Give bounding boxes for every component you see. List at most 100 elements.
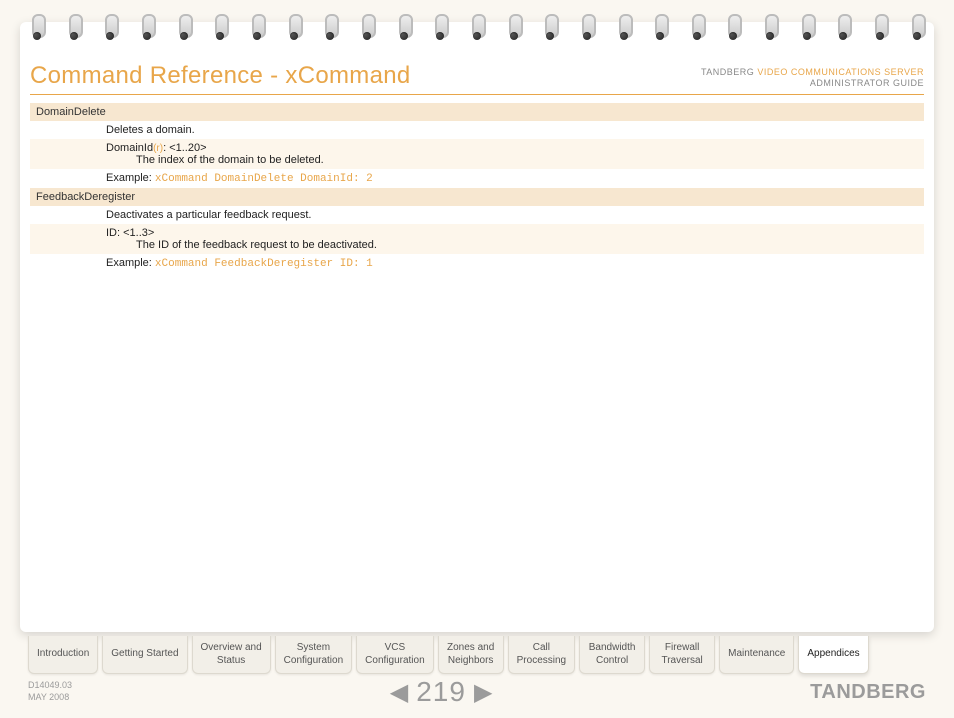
spiral-ring (507, 14, 521, 38)
spiral-ring (726, 14, 740, 38)
tab-label-line2: Configuration (284, 655, 343, 668)
spiral-ring (177, 14, 191, 38)
spiral-ring (836, 14, 850, 38)
command-desc: Deletes a domain. (100, 121, 924, 139)
spiral-ring (543, 14, 557, 38)
tab-label-line1: Firewall (658, 642, 706, 655)
footer-brand: TANDBERG (810, 681, 926, 704)
nav-tab[interactable]: SystemConfiguration (275, 636, 352, 674)
spiral-ring (690, 14, 704, 38)
tab-label-line2: Configuration (365, 655, 424, 668)
spiral-ring (140, 14, 154, 38)
spiral-ring (287, 14, 301, 38)
doc-meta: D14049.03 MAY 2008 (28, 680, 72, 703)
nav-tab[interactable]: Introduction (28, 636, 98, 674)
spiral-ring (433, 14, 447, 38)
tab-label-line1: Call (517, 642, 566, 655)
param-label: DomainId (106, 142, 153, 154)
command-name: DomainDelete (30, 103, 924, 121)
nav-tab[interactable]: Overview andStatus (192, 636, 271, 674)
spiral-ring (580, 14, 594, 38)
page-number: 219 (416, 676, 466, 708)
spiral-ring (360, 14, 374, 38)
spiral-ring (617, 14, 631, 38)
spiral-binding (30, 14, 924, 38)
command-example-row: Example: xCommand DomainDelete DomainId:… (30, 169, 924, 188)
tab-label-line1: Zones and (447, 642, 495, 655)
command-param: DomainId(r): <1..20>The index of the dom… (100, 139, 924, 169)
example-label: Example: (106, 257, 155, 269)
tab-label-line2: Control (588, 655, 636, 668)
command-header-row: DomainDelete (30, 103, 924, 121)
example-code: xCommand DomainDelete DomainId: 2 (155, 173, 373, 185)
tab-label-line1: Maintenance (728, 648, 785, 661)
spiral-ring (873, 14, 887, 38)
prev-page-arrow[interactable]: ◀ (390, 678, 408, 707)
spiral-ring (800, 14, 814, 38)
tab-label-line1: Appendices (807, 648, 859, 661)
command-desc-row: Deactivates a particular feedback reques… (30, 206, 924, 224)
doc-id: D14049.03 (28, 680, 72, 692)
nav-tabs: IntroductionGetting StartedOverview andS… (28, 636, 869, 674)
doc-date: MAY 2008 (28, 692, 72, 704)
command-example: Example: xCommand DomainDelete DomainId:… (100, 169, 924, 188)
tab-label-line2: Status (201, 655, 262, 668)
header-meta: TANDBERG VIDEO COMMUNICATIONS SERVER ADM… (701, 67, 924, 90)
spiral-ring (250, 14, 264, 38)
command-table: DomainDeleteDeletes a domain.DomainId(r)… (30, 103, 924, 273)
command-param-row: DomainId(r): <1..20>The index of the dom… (30, 139, 924, 169)
param-label: ID (106, 227, 117, 239)
nav-tab[interactable]: BandwidthControl (579, 636, 645, 674)
command-param: ID: <1..3>The ID of the feedback request… (100, 224, 924, 254)
header-guide: ADMINISTRATOR GUIDE (701, 78, 924, 90)
nav-tab[interactable]: VCSConfiguration (356, 636, 433, 674)
tab-label-line1: System (284, 642, 343, 655)
command-name: FeedbackDeregister (30, 188, 924, 206)
document-page: Command Reference - xCommand TANDBERG VI… (20, 22, 934, 632)
spiral-ring (213, 14, 227, 38)
spiral-ring (763, 14, 777, 38)
spiral-ring (653, 14, 667, 38)
param-required-marker: (r) (153, 143, 163, 154)
param-range: : <1..20> (163, 142, 206, 154)
tab-label-line2: Processing (517, 655, 566, 668)
nav-tab[interactable]: Maintenance (719, 636, 794, 674)
tab-label-line2: Traversal (658, 655, 706, 668)
spiral-ring (103, 14, 117, 38)
footer: D14049.03 MAY 2008 ◀ 219 ▶ TANDBERG (28, 676, 926, 708)
spiral-ring (323, 14, 337, 38)
spiral-ring (30, 14, 44, 38)
tab-label-line1: Bandwidth (588, 642, 636, 655)
param-range: : <1..3> (117, 227, 154, 239)
command-param-row: ID: <1..3>The ID of the feedback request… (30, 224, 924, 254)
tab-label-line2: Neighbors (447, 655, 495, 668)
spiral-ring (910, 14, 924, 38)
tab-label-line1: Getting Started (111, 648, 178, 661)
example-label: Example: (106, 172, 155, 184)
command-example: Example: xCommand FeedbackDeregister ID:… (100, 254, 924, 273)
param-desc: The ID of the feedback request to be dea… (106, 239, 918, 251)
spiral-ring (397, 14, 411, 38)
title-row: Command Reference - xCommand TANDBERG VI… (30, 62, 924, 95)
command-desc-row: Deletes a domain. (30, 121, 924, 139)
nav-tab[interactable]: Appendices (798, 636, 868, 674)
spiral-ring (67, 14, 81, 38)
param-desc: The index of the domain to be deleted. (106, 154, 918, 166)
header-product: VIDEO COMMUNICATIONS SERVER (757, 67, 924, 77)
nav-tab[interactable]: CallProcessing (508, 636, 575, 674)
spiral-ring (470, 14, 484, 38)
header-brand: TANDBERG (701, 67, 754, 77)
example-code: xCommand FeedbackDeregister ID: 1 (155, 258, 373, 270)
page-title: Command Reference - xCommand (30, 62, 411, 90)
tab-label-line1: VCS (365, 642, 424, 655)
command-example-row: Example: xCommand FeedbackDeregister ID:… (30, 254, 924, 273)
next-page-arrow[interactable]: ▶ (474, 678, 492, 707)
command-desc: Deactivates a particular feedback reques… (100, 206, 924, 224)
nav-tab[interactable]: Zones andNeighbors (438, 636, 504, 674)
command-header-row: FeedbackDeregister (30, 188, 924, 206)
tab-label-line1: Overview and (201, 642, 262, 655)
tab-label-line1: Introduction (37, 648, 89, 661)
nav-tab[interactable]: Getting Started (102, 636, 187, 674)
nav-tab[interactable]: FirewallTraversal (649, 636, 715, 674)
pager: ◀ 219 ▶ (390, 676, 493, 708)
